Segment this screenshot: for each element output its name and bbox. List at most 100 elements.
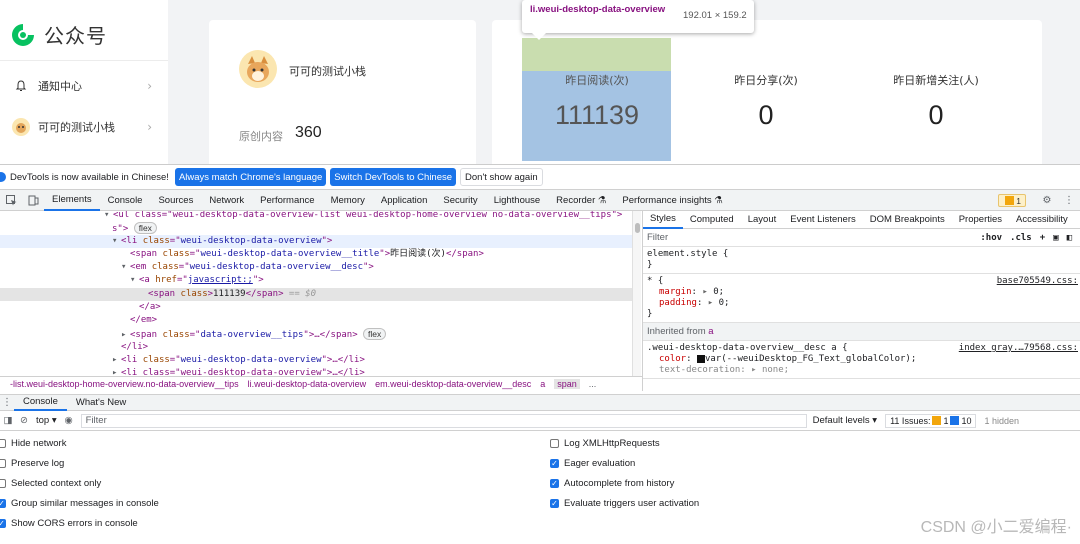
flex-badge[interactable]: flex (133, 222, 157, 234)
dom-node-span-value[interactable]: <span class>111139</span> == $0 (0, 288, 632, 302)
dom-node-li-close[interactable]: </li> (0, 341, 632, 354)
declaration-padding[interactable]: padding: ▸ 0; (647, 298, 1076, 309)
issues-badge[interactable]: 1 (998, 194, 1026, 207)
checkbox[interactable] (0, 479, 6, 488)
dom-node-span-title[interactable]: <span class="weui-desktop-data-overview_… (0, 248, 632, 261)
elements-scrollbar[interactable] (632, 211, 641, 377)
dom-node-li[interactable]: ▾ <li class="weui-desktop-data-overview"> (0, 235, 632, 249)
clear-console-icon[interactable]: ⊘ (16, 415, 32, 426)
breadcrumb-overflow[interactable]: ... (589, 379, 597, 389)
issues-counter[interactable]: 11 Issues: 1 10 (885, 413, 977, 428)
rule-overview-desc-a[interactable]: .weui-desktop-data-overview__desc a { in… (643, 341, 1080, 379)
setting-selected-context-only[interactable]: Selected context only (0, 478, 101, 489)
setting-preserve-log[interactable]: Preserve log (0, 458, 64, 469)
drawer-tab-console[interactable]: Console (14, 394, 67, 411)
dom-node-span-tips[interactable]: ▸ <span class="data-overview__tips">…</sp… (0, 328, 632, 341)
log-levels-dropdown[interactable]: Default levels ▾ (813, 415, 877, 426)
match-language-button[interactable]: Always match Chrome's language (174, 168, 327, 186)
eye-icon[interactable]: ◉ (61, 415, 77, 426)
color-swatch[interactable] (696, 354, 705, 363)
dom-node-li-sibling[interactable]: ▸ <li class="weui-desktop-data-overview">… (0, 354, 632, 367)
flex-badge[interactable]: flex (363, 328, 387, 340)
dom-node-em-close[interactable]: </em> (0, 314, 632, 327)
tab-network[interactable]: Network (201, 190, 252, 211)
rule-element-style[interactable]: element.style { } (643, 247, 1080, 274)
checkbox[interactable] (0, 459, 6, 468)
class-toggle[interactable]: .cls (1010, 233, 1032, 243)
declaration-text-decoration[interactable]: text-decoration: ▸ none; (647, 365, 1076, 376)
breadcrumb-item-selected[interactable]: span (554, 379, 580, 389)
device-toolbar-icon[interactable] (22, 190, 44, 211)
sidebar-toggle-icon[interactable]: ◨ (0, 415, 16, 426)
breadcrumb-item[interactable]: em.weui-desktop-data-overview__desc (375, 379, 531, 389)
styles-filter-input[interactable]: Filter (647, 232, 980, 243)
tab-properties[interactable]: Properties (952, 211, 1009, 229)
tab-performance[interactable]: Performance (252, 190, 322, 211)
declaration-margin[interactable]: margin: ▸ 0; (647, 287, 1076, 298)
setting-autocomplete-history[interactable]: ✓ Autocomplete from history (550, 478, 674, 489)
tab-application[interactable]: Application (373, 190, 435, 211)
gear-icon[interactable]: ⚙ (1036, 190, 1058, 211)
console-filter-input[interactable]: Filter (80, 413, 807, 428)
switch-to-chinese-button[interactable]: Switch DevTools to Chinese (330, 168, 457, 186)
new-rule-button[interactable]: + (1040, 233, 1045, 243)
breadcrumb-item[interactable]: li.weui-desktop-data-overview (248, 379, 367, 389)
dom-node-em[interactable]: ▾ <em class="weui-desktop-data-overview__… (0, 261, 632, 274)
breadcrumb-item[interactable]: -list.weui-desktop-home-overview.no-data… (10, 379, 239, 389)
dom-node-a-close[interactable]: </a> (0, 301, 632, 314)
inherited-tag[interactable]: a (708, 326, 713, 337)
tab-memory[interactable]: Memory (323, 190, 373, 211)
checkbox-checked[interactable]: ✓ (550, 499, 559, 508)
logo[interactable]: 公众号 (10, 20, 107, 49)
sidebar-item-account[interactable]: 可可的测试小栈 › (12, 115, 152, 139)
metric-yesterday-new-followers[interactable]: 昨日新增关注(人) 0 (861, 72, 1011, 131)
dont-show-again-button[interactable]: Don't show again (460, 168, 543, 186)
checkbox[interactable] (0, 439, 6, 448)
inspect-element-icon[interactable] (0, 190, 22, 211)
rule-source-link[interactable]: index_gray.…79568.css: (959, 343, 1078, 354)
tab-lighthouse[interactable]: Lighthouse (486, 190, 548, 211)
tab-sources[interactable]: Sources (150, 190, 201, 211)
rule-source-link[interactable]: base705549.css: (997, 276, 1078, 287)
checkbox-checked[interactable]: ✓ (0, 519, 6, 528)
tab-security[interactable]: Security (435, 190, 485, 211)
checkbox[interactable] (550, 439, 559, 448)
dom-node-a[interactable]: ▾ <a href="javascript:;"> (0, 274, 632, 287)
attr-link[interactable]: javascript:; (188, 275, 253, 285)
tab-console[interactable]: Console (100, 190, 151, 211)
tab-performance-insights[interactable]: Performance insights ⚗ (614, 190, 730, 211)
setting-eager-evaluation[interactable]: ✓ Eager evaluation (550, 458, 635, 469)
tab-computed[interactable]: Computed (683, 211, 741, 229)
breadcrumb-item[interactable]: a (540, 379, 545, 389)
checkbox-checked[interactable]: ✓ (550, 459, 559, 468)
more-menu-icon[interactable]: ⋮ (1058, 190, 1080, 211)
checkbox-checked[interactable]: ✓ (0, 499, 6, 508)
setting-group-similar[interactable]: ✓ Group similar messages in console (0, 498, 159, 509)
setting-log-xhr[interactable]: Log XMLHttpRequests (550, 438, 660, 449)
declaration-color[interactable]: color: var(--weuiDesktop_FG_Text_globalC… (647, 354, 1076, 365)
drawer-menu-icon[interactable]: ⋮ (0, 392, 14, 413)
tab-event-listeners[interactable]: Event Listeners (783, 211, 862, 229)
context-selector[interactable]: top ▾ (36, 415, 57, 426)
rule-universal[interactable]: * { base705549.css: margin: ▸ 0; padding… (643, 274, 1080, 323)
metric-yesterday-reads[interactable]: 昨日阅读(次) 111139 (522, 72, 672, 131)
avatar[interactable] (239, 50, 277, 88)
dom-node-ul-continuation[interactable]: s"> flex (0, 222, 632, 235)
tab-styles[interactable]: Styles (643, 211, 683, 229)
tab-dom-breakpoints[interactable]: DOM Breakpoints (863, 211, 952, 229)
metric-yesterday-shares[interactable]: 昨日分享(次) 0 (691, 72, 841, 131)
tab-layout[interactable]: Layout (741, 211, 784, 229)
hover-state-toggle[interactable]: :hov (980, 233, 1002, 243)
tab-recorder[interactable]: Recorder ⚗ (548, 190, 614, 211)
tab-accessibility[interactable]: Accessibility (1009, 211, 1075, 229)
sidebar-toggle-icon[interactable]: ◧ (1067, 233, 1072, 243)
setting-show-cors-errors[interactable]: ✓ Show CORS errors in console (0, 518, 138, 529)
sidebar-item-notifications[interactable]: 通知中心 › (12, 74, 152, 98)
scrollbar-thumb[interactable] (635, 223, 640, 233)
setting-evaluate-triggers[interactable]: ✓ Evaluate triggers user activation (550, 498, 699, 509)
dom-node-ul[interactable]: ▾ <ul class="weui-desktop-data-overview-l… (0, 211, 632, 222)
drawer-tab-whats-new[interactable]: What's New (67, 394, 135, 411)
tab-elements[interactable]: Elements (44, 190, 100, 211)
computed-toggle-icon[interactable]: ▣ (1053, 233, 1058, 243)
elements-dom-tree[interactable]: ▾ <ul class="weui-desktop-data-overview-l… (0, 211, 632, 377)
